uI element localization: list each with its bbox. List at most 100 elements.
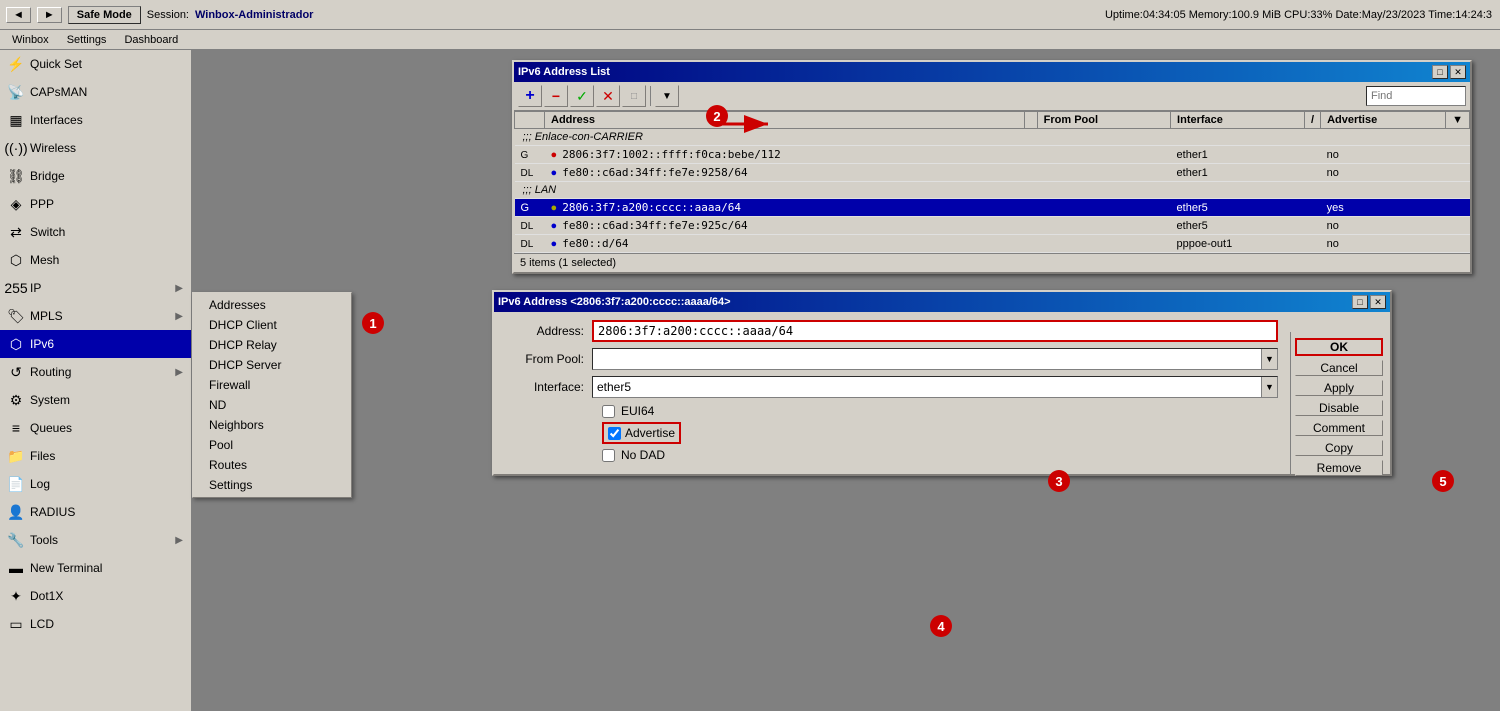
cancel-button[interactable]: Cancel: [1295, 360, 1383, 376]
session-label: Session:: [147, 9, 189, 21]
submenu-settings[interactable]: Settings: [193, 475, 351, 495]
submenu-dhcp-server[interactable]: DHCP Server: [193, 355, 351, 375]
sidebar-item-new-terminal[interactable]: ▬ New Terminal: [0, 554, 191, 582]
sidebar-item-mpls[interactable]: 🏷 MPLS ▶: [0, 302, 191, 330]
ipv6-list-close-btn[interactable]: ✕: [1450, 65, 1466, 79]
submenu-routes[interactable]: Routes: [193, 455, 351, 475]
sidebar-item-mesh[interactable]: ⬡ Mesh: [0, 246, 191, 274]
switch-icon: ⇄: [8, 224, 24, 240]
row-flag: G: [515, 199, 545, 217]
eui64-row: EUI64: [502, 404, 1278, 418]
row-extra: [1446, 164, 1470, 182]
sidebar-item-radius[interactable]: 👤 RADIUS: [0, 498, 191, 526]
table-row[interactable]: G ● 2806:3f7:1002::ffff:f0ca:bebe/112 et…: [515, 146, 1470, 164]
disable-button[interactable]: Disable: [1295, 400, 1383, 416]
submenu-firewall[interactable]: Firewall: [193, 375, 351, 395]
sidebar-item-dot1x[interactable]: ✦ Dot1X: [0, 582, 191, 610]
ipv6-enable-button[interactable]: ✓: [570, 85, 594, 107]
apply-button[interactable]: Apply: [1295, 380, 1383, 396]
col-interface: Interface: [1171, 112, 1305, 129]
interface-dropdown-btn[interactable]: ▼: [1261, 377, 1277, 397]
sidebar-item-ipv6[interactable]: ⬡ IPv6: [0, 330, 191, 358]
main-layout: ⚡ Quick Set 📡 CAPsMAN ▦ Interfaces ((·))…: [0, 50, 1500, 711]
menu-settings[interactable]: Settings: [59, 33, 115, 47]
submenu-dhcp-client[interactable]: DHCP Client: [193, 315, 351, 335]
interface-input[interactable]: [593, 377, 1261, 397]
sidebar-item-ppp[interactable]: ◈ PPP: [0, 190, 191, 218]
no-dad-checkbox[interactable]: [602, 449, 615, 462]
from-pool-row: From Pool: ▼: [502, 348, 1278, 370]
sidebar-label-routing: Routing: [30, 365, 169, 379]
ipv6-find-input[interactable]: [1366, 86, 1466, 106]
ipv6-remove-button[interactable]: −: [544, 85, 568, 107]
sidebar-item-interfaces[interactable]: ▦ Interfaces: [0, 106, 191, 134]
sidebar-item-switch[interactable]: ⇄ Switch: [0, 218, 191, 246]
sidebar-label-ipv6: IPv6: [30, 337, 183, 351]
sidebar-item-bridge[interactable]: ⛓ Bridge: [0, 162, 191, 190]
sidebar-label-wireless: Wireless: [30, 141, 183, 155]
table-row[interactable]: G ● 2806:3f7:a200:cccc::aaaa/64 ether5 y…: [515, 199, 1470, 217]
table-row[interactable]: DL ● fe80::d/64 pppoe-out1 no: [515, 235, 1470, 253]
row-from-pool: [1037, 199, 1170, 217]
advertise-checkbox[interactable]: [608, 427, 621, 440]
status-info: Uptime:04:34:05 Memory:100.9 MiB CPU:33%…: [1105, 9, 1492, 21]
sidebar-item-system[interactable]: ⚙ System: [0, 386, 191, 414]
sidebar-item-lcd[interactable]: ▭ LCD: [0, 610, 191, 638]
from-pool-dropdown-btn[interactable]: ▼: [1261, 349, 1277, 369]
comment-button[interactable]: Comment: [1295, 420, 1383, 436]
from-pool-select[interactable]: ▼: [592, 348, 1278, 370]
sidebar-item-ip[interactable]: 255 IP ▶: [0, 274, 191, 302]
ipv6-detail-close-btn[interactable]: ✕: [1370, 295, 1386, 309]
sidebar-item-queues[interactable]: ≡ Queues: [0, 414, 191, 442]
ipv6-filter-button[interactable]: ▼: [655, 85, 679, 107]
menu-winbox[interactable]: Winbox: [4, 33, 57, 47]
back-button[interactable]: ◄: [6, 7, 31, 23]
ipv6-add-button[interactable]: +: [518, 85, 542, 107]
address-input[interactable]: [592, 320, 1278, 342]
ipv6-icon: ⬡: [8, 336, 24, 352]
arrow-2: [690, 110, 780, 150]
sidebar-item-wireless[interactable]: ((·)) Wireless: [0, 134, 191, 162]
ipv6-clone-button[interactable]: □: [622, 85, 646, 107]
submenu-pool[interactable]: Pool: [193, 435, 351, 455]
row-extra: [1446, 146, 1470, 164]
ok-button[interactable]: OK: [1295, 338, 1383, 356]
remove-button[interactable]: Remove: [1295, 460, 1383, 476]
sidebar-item-quick-set[interactable]: ⚡ Quick Set: [0, 50, 191, 78]
sidebar-label-bridge: Bridge: [30, 169, 183, 183]
ip-icon: 255: [8, 280, 24, 296]
ipv6-list-toolbar: + − ✓ ✕ □ ▼: [514, 82, 1470, 111]
forward-button[interactable]: ►: [37, 7, 62, 23]
safe-mode-button[interactable]: Safe Mode: [68, 6, 141, 24]
sidebar-item-log[interactable]: 📄 Log: [0, 470, 191, 498]
menu-bar: Winbox Settings Dashboard: [0, 30, 1500, 50]
ipv6-detail-controls: □ ✕: [1352, 295, 1386, 309]
sidebar-item-capsman[interactable]: 📡 CAPsMAN: [0, 78, 191, 106]
copy-button[interactable]: Copy: [1295, 440, 1383, 456]
sidebar-item-routing[interactable]: ↺ Routing ▶: [0, 358, 191, 386]
submenu-addresses[interactable]: Addresses: [193, 295, 351, 315]
ipv6-detail-minimize-btn[interactable]: □: [1352, 295, 1368, 309]
row-slash: [1305, 164, 1321, 182]
ipv6-list-minimize-btn[interactable]: □: [1432, 65, 1448, 79]
from-pool-input[interactable]: [593, 349, 1261, 369]
submenu-dhcp-relay[interactable]: DHCP Relay: [193, 335, 351, 355]
table-row[interactable]: DL ● fe80::c6ad:34ff:fe7e:9258/64 ether1…: [515, 164, 1470, 182]
no-dad-label: No DAD: [621, 448, 665, 462]
menu-dashboard[interactable]: Dashboard: [116, 33, 186, 47]
submenu-neighbors[interactable]: Neighbors: [193, 415, 351, 435]
ipv6-submenu: Addresses DHCP Client DHCP Relay DHCP Se…: [192, 292, 352, 498]
ipv6-disable-button[interactable]: ✕: [596, 85, 620, 107]
ppp-icon: ◈: [8, 196, 24, 212]
submenu-nd[interactable]: ND: [193, 395, 351, 415]
sidebar-item-tools[interactable]: 🔧 Tools ▶: [0, 526, 191, 554]
section-carrier: ;;; Enlace-con-CARRIER: [515, 129, 1470, 146]
dot1x-icon: ✦: [8, 588, 24, 604]
interface-select[interactable]: ▼: [592, 376, 1278, 398]
table-row[interactable]: DL ● fe80::c6ad:34ff:fe7e:925c/64 ether5…: [515, 217, 1470, 235]
eui64-checkbox[interactable]: [602, 405, 615, 418]
sidebar-label-ip: IP: [30, 281, 169, 295]
table-row: ;;; LAN: [515, 182, 1470, 199]
sidebar-item-files[interactable]: 📁 Files: [0, 442, 191, 470]
detail-button-panel: OK Cancel Apply Disable Comment Copy Rem…: [1290, 332, 1390, 474]
